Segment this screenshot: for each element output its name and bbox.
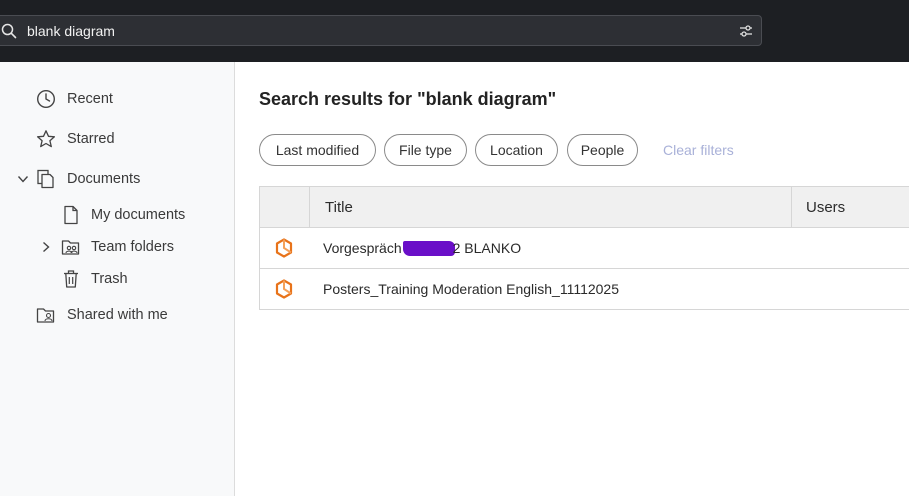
search-box[interactable]	[0, 15, 762, 46]
chevron-right-icon[interactable]	[40, 241, 52, 253]
row-title-start: Vorgespräch	[323, 240, 402, 256]
sidebar-item-starred[interactable]: Starred	[36, 128, 115, 150]
sidebar-item-label: Team folders	[91, 239, 175, 255]
clock-icon	[36, 89, 56, 109]
column-header-title[interactable]: Title	[325, 199, 353, 216]
sidebar-item-my-documents[interactable]: My documents	[61, 204, 185, 226]
sidebar-item-shared-with-me[interactable]: Shared with me	[36, 304, 168, 326]
main-content: Search results for "blank diagram" Last …	[236, 62, 909, 496]
sidebar-item-recent[interactable]: Recent	[36, 88, 113, 110]
filter-last-modified[interactable]: Last modified	[259, 134, 376, 166]
column-header-users[interactable]: Users	[806, 199, 845, 216]
sidebar: Recent Starred Documents My documents Te…	[0, 62, 235, 496]
row-title: Vorgespräch 2 BLANKO	[323, 240, 521, 256]
table-header: Title Users	[259, 186, 909, 228]
top-bar	[0, 0, 909, 62]
table-row[interactable]: Posters_Training Moderation English_1111…	[259, 269, 909, 310]
row-title: Posters_Training Moderation English_1111…	[323, 281, 620, 297]
star-icon	[36, 130, 56, 148]
search-input[interactable]	[27, 23, 677, 39]
trash-icon	[64, 270, 78, 288]
row-title-end: 2 BLANKO	[452, 240, 522, 256]
documents-icon	[37, 169, 54, 189]
page-title: Search results for "blank diagram"	[259, 89, 557, 109]
filter-people[interactable]: People	[567, 134, 638, 166]
sidebar-item-label: Trash	[91, 271, 128, 287]
document-icon	[64, 205, 78, 225]
lucid-diagram-icon	[275, 238, 293, 258]
sidebar-item-label: Shared with me	[67, 307, 168, 323]
filter-location[interactable]: Location	[475, 134, 558, 166]
sidebar-item-label: Starred	[67, 131, 115, 147]
clear-filters-link[interactable]: Clear filters	[663, 142, 734, 158]
filter-file-type[interactable]: File type	[384, 134, 467, 166]
sidebar-item-team-folders[interactable]: Team folders	[61, 236, 174, 258]
sidebar-item-documents[interactable]: Documents	[36, 168, 140, 190]
redaction-mark	[402, 241, 455, 256]
filter-settings-icon[interactable]	[739, 24, 753, 38]
table-row[interactable]: Vorgespräch 2 BLANKO	[259, 228, 909, 269]
team-folder-icon	[61, 240, 80, 255]
sidebar-item-label: Recent	[67, 91, 113, 107]
search-icon	[1, 23, 17, 39]
sidebar-item-label: Documents	[67, 171, 141, 187]
chevron-down-icon[interactable]	[17, 173, 29, 185]
sidebar-item-label: My documents	[91, 207, 186, 223]
shared-folder-icon	[36, 308, 55, 323]
sidebar-item-trash[interactable]: Trash	[61, 268, 128, 290]
lucid-diagram-icon	[275, 279, 293, 299]
